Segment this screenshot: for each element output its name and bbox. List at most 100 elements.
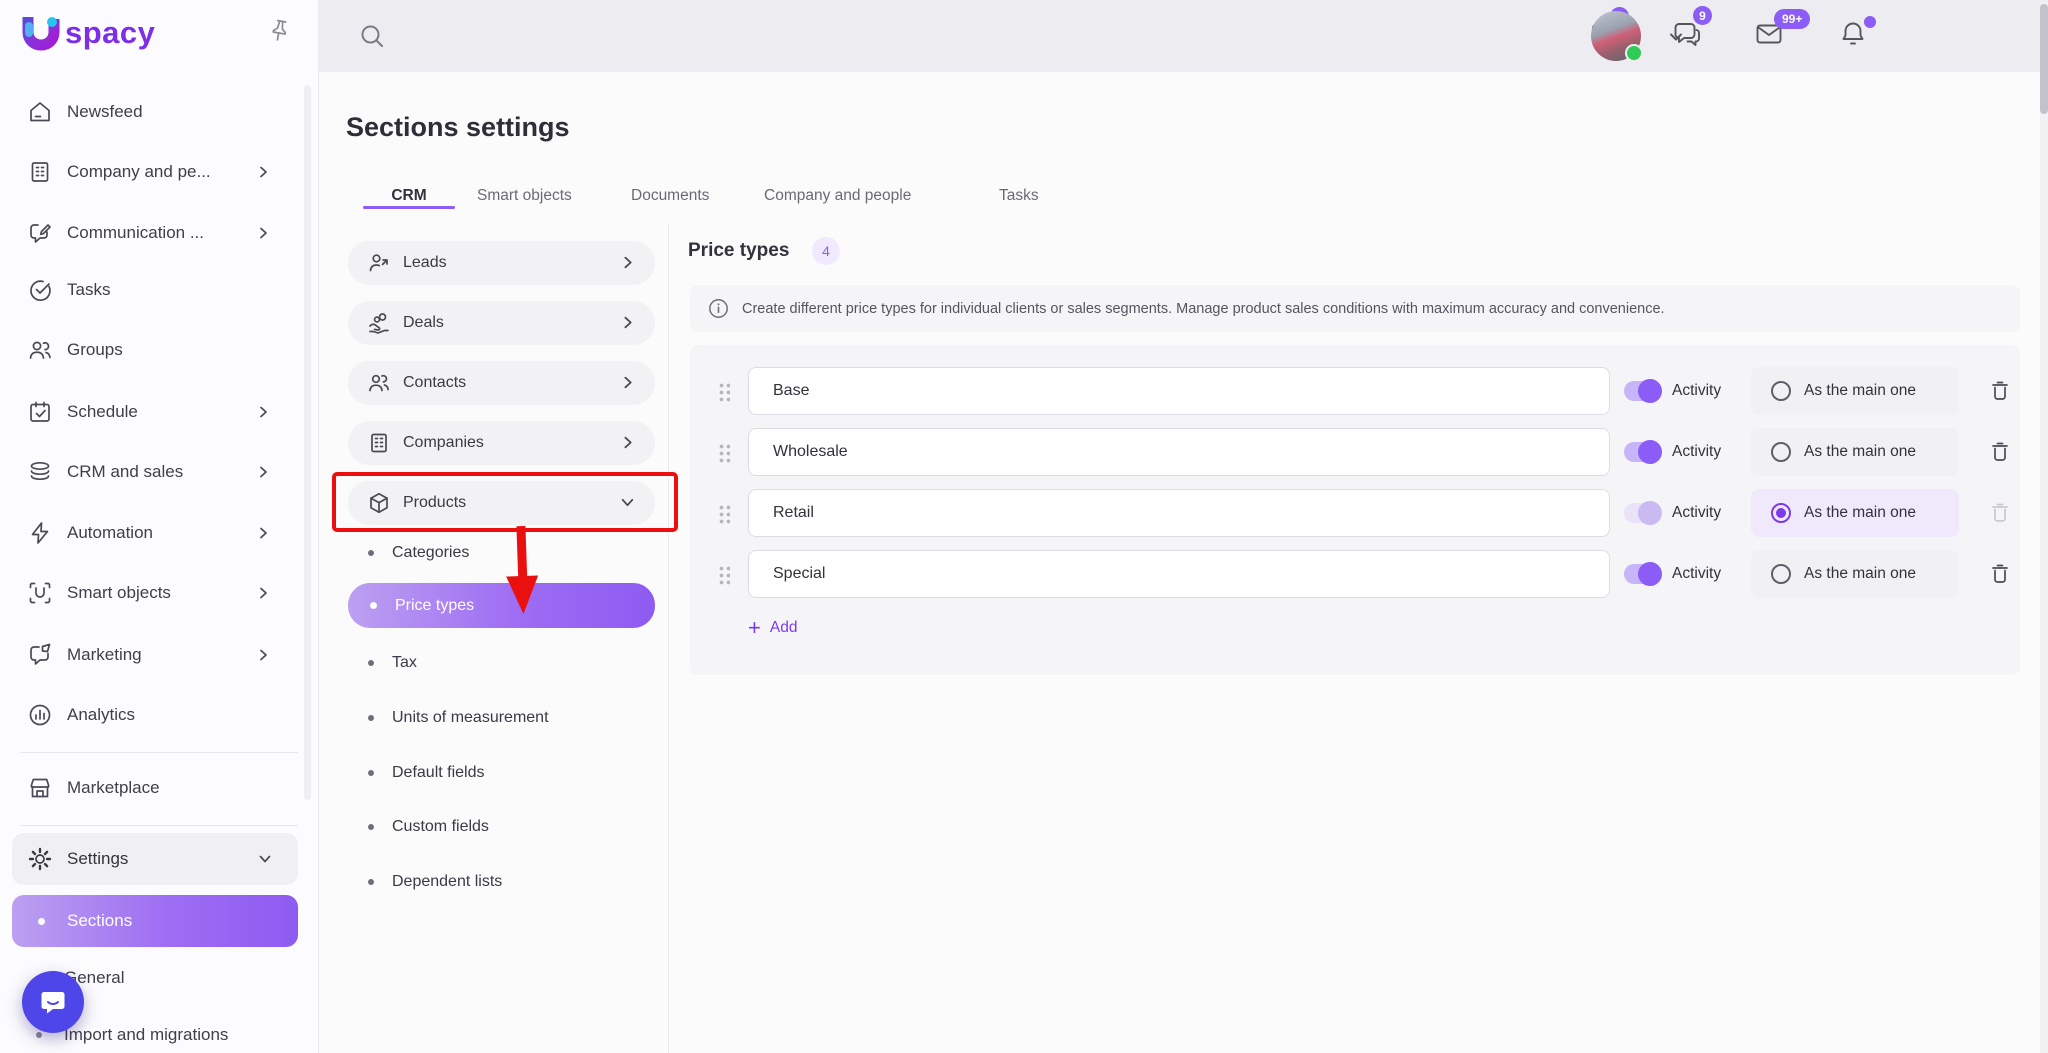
price-type-name-input[interactable] (748, 367, 1610, 415)
main-radio-option[interactable]: As the main one (1751, 489, 1959, 537)
users-icon (27, 337, 53, 363)
drag-handle-icon[interactable] (718, 442, 730, 463)
main-radio-option[interactable]: As the main one (1751, 428, 1959, 476)
subnav-item-label: Companies (403, 434, 484, 452)
bullet-icon (368, 550, 374, 556)
chevron-right-icon (256, 526, 270, 540)
profile-menu-button[interactable] (1667, 28, 1685, 46)
active-tab-indicator (363, 206, 455, 209)
chevron-right-icon (256, 165, 270, 179)
subnav-item-price-types[interactable]: Price types (348, 583, 655, 628)
drag-handle-icon[interactable] (718, 503, 730, 524)
package-icon (367, 491, 391, 515)
delete-button[interactable] (1988, 440, 2012, 464)
delete-button[interactable] (1988, 379, 2012, 403)
database-icon (27, 459, 53, 485)
sidebar-item-newsfeed[interactable]: Newsfeed (0, 88, 318, 136)
notifications-button[interactable] (1838, 19, 1872, 53)
subnav-item-units-of-measurement[interactable]: Units of measurement (348, 698, 655, 738)
radio-icon[interactable] (1771, 503, 1791, 523)
subnav-item-tax[interactable]: Tax (348, 643, 655, 683)
activity-label: Activity (1672, 367, 1721, 415)
trash-icon (1988, 562, 2012, 586)
tab-company-and-people[interactable]: Company and people (764, 187, 911, 205)
price-type-name-input[interactable] (748, 428, 1610, 476)
subnav-item-label: Leads (403, 254, 447, 272)
logo[interactable]: spacy (18, 8, 155, 58)
radio-icon[interactable] (1771, 564, 1791, 584)
delete-button[interactable] (1988, 501, 2012, 525)
tab-crm[interactable]: CRM (363, 187, 455, 205)
activity-toggle[interactable] (1624, 503, 1658, 523)
tab-tasks[interactable]: Tasks (999, 187, 1039, 205)
main-radio-option[interactable]: As the main one (1751, 367, 1959, 415)
sidebar-item-smart-objects[interactable]: Smart objects (0, 569, 318, 617)
subnav-item-dependent-lists[interactable]: Dependent lists (348, 862, 655, 902)
sidebar-item-groups[interactable]: Groups (0, 326, 318, 374)
subnav-item-default-fields[interactable]: Default fields (348, 753, 655, 793)
sidebar-item-sections[interactable]: Sections (12, 895, 298, 947)
price-type-name-input[interactable] (748, 489, 1610, 537)
sidebar-item-analytics[interactable]: Analytics (0, 691, 318, 739)
main-radio-option[interactable]: As the main one (1751, 550, 1959, 598)
support-chat-launcher[interactable] (22, 971, 84, 1033)
delete-button[interactable] (1988, 562, 2012, 586)
main-label: As the main one (1804, 504, 1916, 522)
radio-icon[interactable] (1771, 381, 1791, 401)
sidebar-item-automation[interactable]: Automation (0, 509, 318, 557)
subnav-item-contacts[interactable]: Contacts (348, 361, 655, 405)
bullet-icon (36, 1032, 42, 1038)
tab-documents[interactable]: Documents (631, 187, 709, 205)
price-type-row: Activity As the main one (690, 489, 2020, 537)
sidebar-item-marketplace[interactable]: Marketplace (0, 764, 318, 812)
subnav-item-products[interactable]: Products (348, 481, 655, 525)
drag-handle-icon[interactable] (718, 564, 730, 585)
sidebar-item-label: Company and pe... (67, 162, 211, 182)
sidebar-item-schedule[interactable]: Schedule (0, 388, 318, 436)
drag-handle-icon[interactable] (718, 381, 730, 402)
sidebar-item-label: Automation (67, 523, 153, 543)
activity-toggle[interactable] (1624, 564, 1658, 584)
price-types-list: Activity As the main one Activity As the… (690, 345, 2020, 675)
subnav-item-leads[interactable]: Leads (348, 241, 655, 285)
sidebar-item-label: Communication ... (67, 223, 204, 243)
sidebar-item-company-and-people[interactable]: Company and pe... (0, 148, 318, 196)
sidebar-item-settings[interactable]: Settings (12, 833, 298, 885)
radio-icon[interactable] (1771, 442, 1791, 462)
sidebar-item-label: Marketing (67, 645, 142, 665)
price-type-row: Activity As the main one (690, 367, 2020, 415)
chevron-down-icon (258, 852, 272, 866)
subnav-item-deals[interactable]: Deals (348, 301, 655, 345)
sidebar-item-label: Sections (67, 911, 132, 931)
search-button[interactable] (358, 22, 386, 50)
mail-button[interactable]: 99+ (1754, 19, 1788, 53)
page-scrollbar[interactable] (2040, 0, 2048, 1053)
subnav-item-companies[interactable]: Companies (348, 421, 655, 465)
chevron-right-icon (620, 435, 635, 450)
subnav-item-custom-fields[interactable]: Custom fields (348, 807, 655, 847)
toggle-knob (1638, 501, 1662, 525)
building-icon (27, 159, 53, 185)
info-banner: Create different price types for individ… (690, 285, 2020, 332)
logo-mark-icon (18, 10, 64, 56)
scrollbar-thumb[interactable] (2040, 4, 2048, 114)
subnav-item-label: Default fields (392, 764, 485, 782)
sidebar-item-crm-and-sales[interactable]: CRM and sales (0, 448, 318, 496)
smart-u-icon (27, 580, 53, 606)
subnav-item-label: Price types (395, 597, 474, 615)
tab-smart-objects[interactable]: Smart objects (477, 187, 572, 205)
activity-toggle[interactable] (1624, 442, 1658, 462)
sidebar-item-tasks[interactable]: Tasks (0, 266, 318, 314)
lightning-icon (27, 520, 53, 546)
sidebar-item-communication[interactable]: Communication ... (0, 209, 318, 257)
chevron-right-icon (620, 255, 635, 270)
pin-icon[interactable] (266, 18, 292, 44)
activity-toggle[interactable] (1624, 381, 1658, 401)
subnav-item-categories[interactable]: Categories (348, 533, 655, 573)
sidebar-item-marketing[interactable]: Marketing (0, 631, 318, 679)
add-button-label: Add (770, 619, 798, 637)
chevron-right-icon (256, 405, 270, 419)
price-type-name-input[interactable] (748, 550, 1610, 598)
add-price-type-button[interactable]: + Add (748, 617, 797, 639)
main-label: As the main one (1804, 565, 1916, 583)
